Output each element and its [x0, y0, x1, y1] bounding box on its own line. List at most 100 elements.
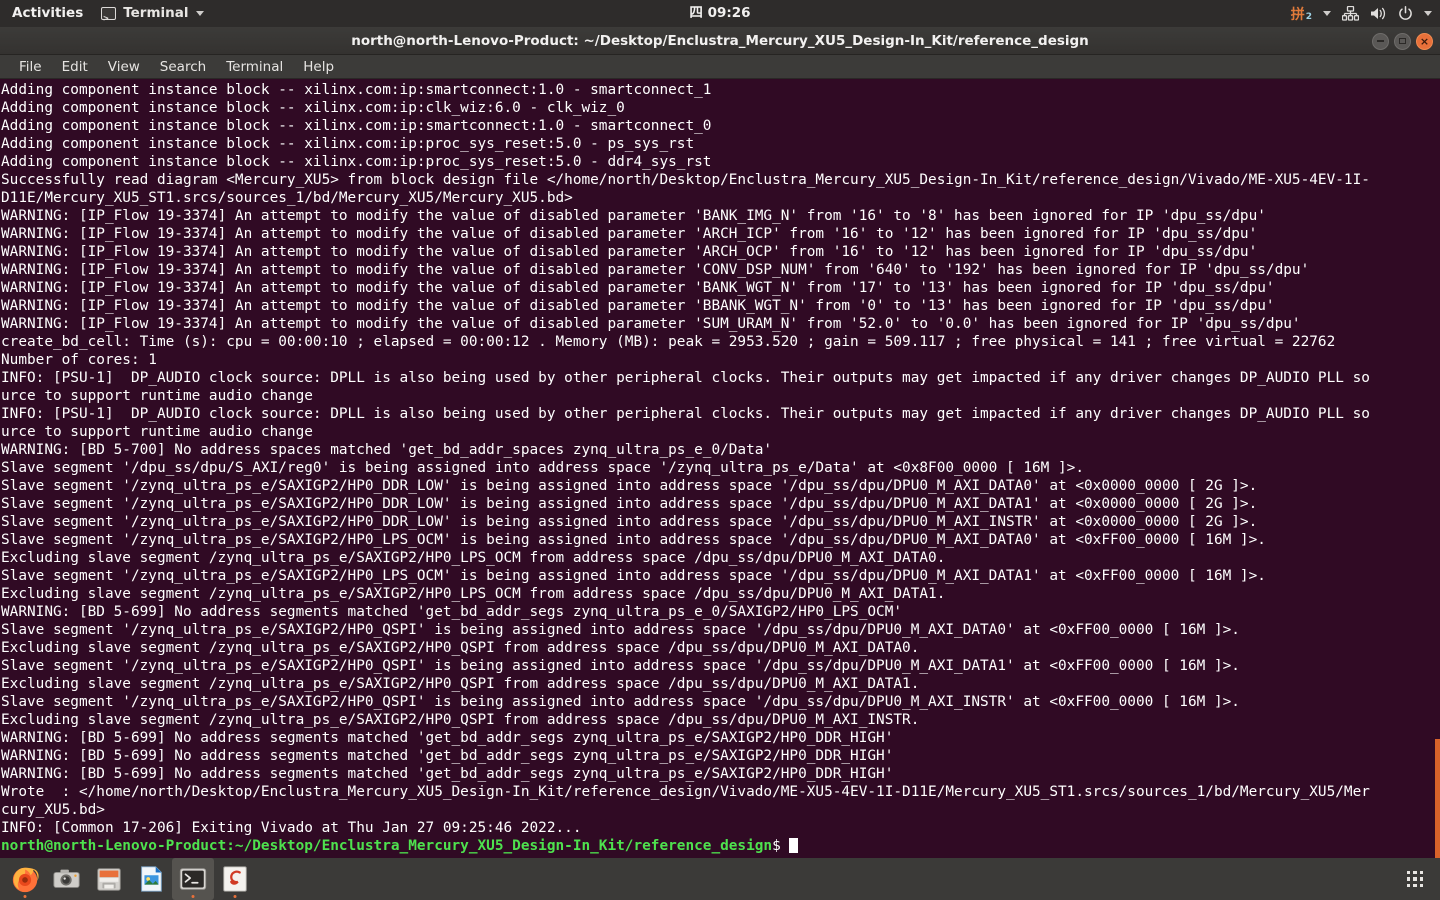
dock-item-terminal[interactable] — [172, 858, 214, 900]
network-icon[interactable] — [1342, 6, 1359, 21]
menu-item-search[interactable]: Search — [150, 55, 216, 79]
ibus-sub-label: 2 — [1305, 11, 1312, 22]
terminal-cursor — [789, 838, 799, 853]
terminal-line: WARNING: [IP_Flow 19-3374] An attempt to… — [1, 316, 1301, 332]
text-editor-icon — [223, 866, 247, 892]
minimize-button[interactable] — [1372, 32, 1389, 50]
clock-label: 四 09:26 — [689, 5, 751, 21]
terminal-line: cury_XU5.bd> — [1, 802, 105, 818]
terminal-line: Adding component instance block -- xilin… — [1, 100, 625, 116]
prompt-user-host-path: north@north-Lenovo-Product:~/Desktop/Enc… — [1, 838, 773, 854]
terminal-line: Excluding slave segment /zynq_ultra_ps_e… — [1, 712, 920, 728]
terminal-line: INFO: [PSU-1] DP_AUDIO clock source: DPL… — [1, 406, 1370, 422]
terminal-line: urce to support runtime audio change — [1, 424, 313, 440]
menu-bar: File Edit View Search Terminal Help — [0, 55, 1440, 79]
terminal-output-area[interactable]: Adding component instance block -- xilin… — [0, 79, 1440, 858]
terminal-line: WARNING: [IP_Flow 19-3374] An attempt to… — [1, 244, 1258, 260]
terminal-line: WARNING: [BD 5-699] No address segments … — [1, 766, 894, 782]
terminal-line: D11E/Mercury_XU5_ST1.srcs/sources_1/bd/M… — [1, 190, 573, 206]
running-indicator — [191, 895, 195, 898]
gnome-top-bar: Activities Terminal 四 09:26 拼 2 — [0, 0, 1440, 33]
terminal-line: Adding component instance block -- xilin… — [1, 136, 695, 152]
dock-items — [0, 858, 256, 900]
terminal-line: Slave segment '/zynq_ultra_ps_e/SAXIGP2/… — [1, 568, 1266, 584]
ubuntu-dock — [0, 858, 1440, 900]
chevron-down-icon[interactable] — [1323, 11, 1331, 16]
window-title: north@north-Lenovo-Product: ~/Desktop/En… — [351, 32, 1089, 49]
terminal-icon — [179, 868, 207, 890]
chevron-down-icon[interactable] — [1424, 11, 1432, 16]
terminal-line: WARNING: [IP_Flow 19-3374] An attempt to… — [1, 208, 1266, 224]
terminal-line: Excluding slave segment /zynq_ultra_ps_e… — [1, 586, 946, 602]
prompt-symbol: $ — [772, 838, 790, 854]
document-icon — [141, 866, 162, 892]
camera-icon — [53, 869, 80, 888]
terminal-line: Number of cores: 1 — [1, 352, 157, 368]
power-icon[interactable] — [1398, 6, 1413, 21]
terminal-window: north@north-Lenovo-Product: ~/Desktop/En… — [0, 27, 1440, 858]
menu-item-edit[interactable]: Edit — [52, 55, 98, 79]
terminal-line: Successfully read diagram <Mercury_XU5> … — [1, 172, 1370, 188]
terminal-line: WARNING: [IP_Flow 19-3374] An attempt to… — [1, 226, 1258, 242]
scrollbar-thumb[interactable] — [1435, 739, 1440, 858]
terminal-line: Slave segment '/zynq_ultra_ps_e/SAXIGP2/… — [1, 496, 1258, 512]
dock-item-firefox[interactable] — [4, 858, 46, 900]
terminal-line: Adding component instance block -- xilin… — [1, 118, 712, 134]
terminal-line: WARNING: [BD 5-699] No address segments … — [1, 604, 903, 620]
terminal-line: Slave segment '/zynq_ultra_ps_e/SAXIGP2/… — [1, 478, 1258, 494]
terminal-line: INFO: [Common 17-206] Exiting Vivado at … — [1, 820, 582, 836]
activities-button[interactable]: Activities — [0, 0, 93, 27]
terminal-line: Wrote : </home/north/Desktop/Enclustra_M… — [1, 784, 1370, 800]
menu-item-view[interactable]: View — [98, 55, 150, 79]
terminal-line: WARNING: [IP_Flow 19-3374] An attempt to… — [1, 262, 1310, 278]
terminal-line: Adding component instance block -- xilin… — [1, 154, 712, 170]
close-button[interactable]: × — [1416, 32, 1433, 50]
terminal-line: Excluding slave segment /zynq_ultra_ps_e… — [1, 550, 946, 566]
terminal-line: urce to support runtime audio change — [1, 388, 313, 404]
window-titlebar[interactable]: north@north-Lenovo-Product: ~/Desktop/En… — [0, 27, 1440, 55]
terminal-line: Slave segment '/zynq_ultra_ps_e/SAXIGP2/… — [1, 514, 1258, 530]
dock-item-document-viewer[interactable] — [130, 858, 172, 900]
terminal-line: WARNING: [BD 5-699] No address segments … — [1, 730, 894, 746]
top-bar-left: Activities Terminal — [0, 0, 212, 33]
clock-button[interactable]: 四 09:26 — [0, 0, 1440, 27]
terminal-line: Slave segment '/zynq_ultra_ps_e/SAXIGP2/… — [1, 532, 1266, 548]
menu-item-terminal[interactable]: Terminal — [216, 55, 293, 79]
ibus-glyph: 拼 — [1290, 6, 1305, 23]
terminal-prompt-line: north@north-Lenovo-Product:~/Desktop/Enc… — [1, 837, 1440, 855]
terminal-line: Slave segment '/dpu_ss/dpu/S_AXI/reg0' i… — [1, 460, 1084, 476]
terminal-icon — [101, 6, 117, 33]
dock-item-text-editor[interactable] — [214, 858, 256, 900]
close-icon: × — [1419, 34, 1430, 48]
terminal-scrollbar[interactable] — [1435, 79, 1440, 858]
terminal-line: Excluding slave segment /zynq_ultra_ps_e… — [1, 640, 920, 656]
terminal-line: create_bd_cell: Time (s): cpu = 00:00:10… — [1, 334, 1336, 350]
app-menu-button[interactable]: Terminal — [93, 0, 211, 33]
chevron-down-icon — [195, 11, 204, 16]
terminal-line: Slave segment '/zynq_ultra_ps_e/SAXIGP2/… — [1, 658, 1240, 674]
terminal-line: Slave segment '/zynq_ultra_ps_e/SAXIGP2/… — [1, 694, 1240, 710]
menu-item-help[interactable]: Help — [293, 55, 344, 79]
dock-item-file-manager[interactable] — [88, 858, 130, 900]
terminal-line: Slave segment '/zynq_ultra_ps_e/SAXIGP2/… — [1, 622, 1240, 638]
dock-item-screenshot[interactable] — [46, 858, 88, 900]
app-menu-label: Terminal — [123, 5, 189, 21]
file-manager-icon — [97, 868, 121, 891]
menu-item-file[interactable]: File — [9, 55, 52, 79]
terminal-lines: Adding component instance block -- xilin… — [0, 81, 1440, 855]
show-applications-button[interactable] — [1390, 858, 1440, 900]
window-controls: × — [1372, 27, 1433, 55]
firefox-icon — [12, 867, 39, 893]
terminal-line: WARNING: [BD 5-699] No address segments … — [1, 748, 894, 764]
terminal-line: WARNING: [BD 5-700] No address spaces ma… — [1, 442, 773, 458]
grid-icon — [1406, 870, 1424, 888]
maximize-button[interactable] — [1394, 32, 1411, 50]
terminal-line: INFO: [PSU-1] DP_AUDIO clock source: DPL… — [1, 370, 1370, 386]
terminal-line: WARNING: [IP_Flow 19-3374] An attempt to… — [1, 280, 1275, 296]
volume-icon[interactable] — [1370, 6, 1387, 21]
system-status-area[interactable]: 拼 2 — [1291, 0, 1432, 27]
terminal-line: Adding component instance block -- xilin… — [1, 82, 712, 98]
terminal-line: Excluding slave segment /zynq_ultra_ps_e… — [1, 676, 920, 692]
input-method-indicator[interactable]: 拼 2 — [1291, 4, 1312, 24]
running-indicator — [23, 895, 27, 898]
